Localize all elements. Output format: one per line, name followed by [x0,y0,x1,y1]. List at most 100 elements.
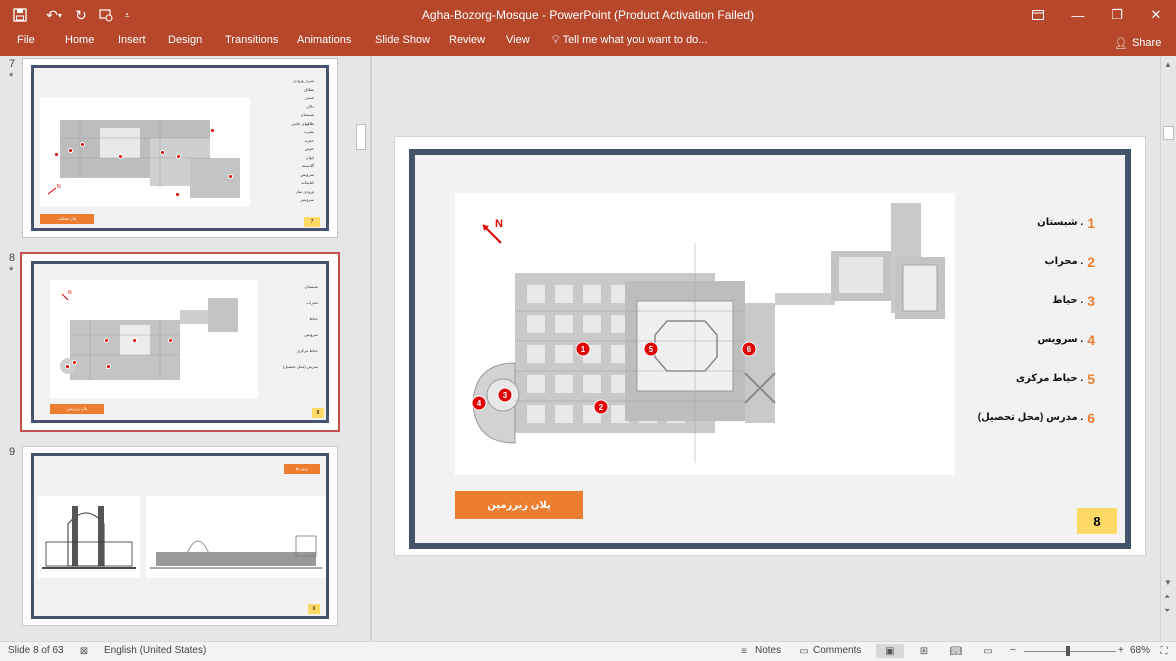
thumbnail-scroll-thumb[interactable] [356,124,366,150]
zoom-level[interactable]: 68% [1130,645,1150,656]
thumbnail-scrollbar[interactable] [354,58,368,638]
notes-icon[interactable]: ≡ [736,644,752,658]
ribbon-tabs: File Home Insert Design Transitions Anim… [0,30,1176,56]
spelling-check-icon[interactable]: ⊠ [76,644,92,658]
comments-icon[interactable]: ▭ [796,644,812,658]
basement-plan-button[interactable]: پلان زیرزمین [455,491,583,519]
share-button[interactable]: 👤︎ Share [1108,32,1167,54]
language-indicator[interactable]: English (United States) [104,645,206,656]
slide-frame: N 1 2 3 4 5 6 1 . شبستان 2 . محراب 3 . ح… [409,149,1131,549]
fit-slide-icon[interactable]: ⛶ [1156,644,1172,658]
person-icon: 👤︎ [1114,37,1128,50]
thumbnail-marker [104,338,109,343]
ground-floor-plan-image: N [40,98,250,206]
tab-animations[interactable]: Animations [297,34,351,54]
zoom-slider[interactable] [1024,651,1116,652]
slide-sorter-icon[interactable]: ⊞ [916,644,932,658]
minimize-button[interactable]: — [1058,0,1098,30]
ribbon-display-options-icon[interactable] [1018,0,1058,30]
animation-star-icon: * [9,265,14,277]
thumbnail-marker [210,128,215,133]
legend-item: 2. محراب [1044,253,1095,270]
share-label: Share [1131,37,1162,49]
thumbnail-marker [80,142,85,147]
scroll-down-icon[interactable]: ▼ [1164,578,1172,587]
floor-plan-drawing: N 1 2 3 4 5 6 [471,203,945,463]
thumbnail-marker [160,150,165,155]
thumbnail-marker [72,360,77,365]
close-button[interactable]: ✕ [1136,0,1176,30]
scroll-up-icon[interactable]: ▲ [1164,60,1172,69]
thumbnail-marker [65,364,70,369]
tab-file[interactable]: File [17,34,35,54]
tell-me-box[interactable]: 💡︎ Tell me what you want to do... [552,34,707,47]
redo-icon[interactable]: ↻ [72,4,90,26]
slide-thumbnail-9[interactable]: برش ها 9 [22,446,338,626]
slide-editing-area: N 1 2 3 4 5 6 1 . شبستان 2 . محراب 3 . ح… [372,56,1160,641]
plan-legend[interactable]: 1. شبستان 2. محراب 3. حیاط 4. سرویس 5. ح… [975,203,1095,437]
basement-floor-plan[interactable]: N 1 2 3 4 5 6 [455,193,955,475]
slide-number-9: 9 [9,446,16,458]
section-drawing-image [38,496,140,578]
comments-button[interactable]: Comments [813,645,861,656]
tell-me-text: Tell me what you want to do... [562,34,708,46]
marker-5-label: 5 [649,345,654,354]
legend-item: 6. مدرس (محل تحصیل) [977,409,1095,426]
legend-item: 3. حیاط [1052,292,1095,309]
legend-item: 1. شبستان [1037,214,1095,231]
thumbnail-marker [176,154,181,159]
thumbnail-frame: N شبستان محراب حیاط سرویس حیاط مرکزی مدر… [31,261,329,423]
normal-view-icon[interactable]: ▣ [876,644,904,658]
slide-scroll-thumb[interactable] [1163,126,1174,140]
thumbnail-marker [228,174,233,179]
animation-star-icon: * [9,71,14,83]
north-label: N [495,218,503,230]
tab-view[interactable]: View [506,34,530,54]
slide-number-8: 8 [9,252,16,264]
thumbnail-slide-number: 7 [304,217,320,227]
start-from-beginning-icon[interactable] [96,4,116,26]
tab-transitions[interactable]: Transitions [225,34,278,54]
thumbnail-marker [175,192,180,197]
thumbnail-sections-button: برش ها [284,464,320,474]
previous-slide-icon[interactable]: ⏶ [1164,592,1170,602]
thumbnail-frame: برش ها 9 [31,453,329,619]
tab-slide-show[interactable]: Slide Show [375,34,430,54]
thumbnail-slide-number: 9 [308,604,320,614]
title-bar: ↶ ▾ ↻ ⩡ Agha-Bozorg-Mosque - PowerPoint (… [0,0,1176,30]
notes-button[interactable]: Notes [755,645,781,656]
slide-thumbnail-7[interactable]: N سردر ورودی مطاق صحن دالان شبستان طاقهای جا… [22,58,338,238]
basement-plan-image: N [50,280,258,398]
zoom-in-icon[interactable]: + [1118,645,1124,656]
slide-counter[interactable]: Slide 8 of 63 [8,645,64,656]
svg-text:N: N [68,290,72,296]
tab-review[interactable]: Review [449,34,485,54]
undo-icon[interactable]: ↶ ▾ [40,4,68,26]
longitudinal-section-image [146,496,326,578]
zoom-out-icon[interactable]: − [1010,645,1016,656]
slide-scrollbar[interactable]: ▲ ▼ ⏶ ⏷ [1160,56,1176,641]
save-icon[interactable] [10,4,30,26]
next-slide-icon[interactable]: ⏷ [1164,606,1170,616]
thumbnail-legend: سردر ورودی مطاق صحن دالان شبستان طاقهای جانب… [291,78,314,202]
slide-number-box: 8 [1077,508,1117,534]
restore-button[interactable]: ❐ [1097,0,1137,30]
thumbnail-plan-button: پلان همکف [40,214,94,224]
thumbnail-frame: N سردر ورودی مطاق صحن دالان شبستان طاقهای جا… [31,65,329,231]
window-title: Agha-Bozorg-Mosque - PowerPoint (Product… [421,8,755,22]
current-slide[interactable]: N 1 2 3 4 5 6 1 . شبستان 2 . محراب 3 . ح… [394,136,1146,556]
slide-thumbnail-pane: 7 * N سردر ورودی مطاق صحن دالان شبستان ط… [0,56,370,641]
tab-home[interactable]: Home [65,34,94,54]
thumbnail-marker [168,338,173,343]
slide-show-icon[interactable]: ▭ [980,644,996,658]
zoom-slider-knob[interactable] [1066,646,1070,656]
tab-design[interactable]: Design [168,34,202,54]
reading-view-icon[interactable]: 📖︎ [948,644,964,658]
thumbnail-marker [68,148,73,153]
svg-text:N: N [57,184,61,190]
customize-toolbar-icon[interactable]: ⩡ [120,4,134,26]
tab-insert[interactable]: Insert [118,34,146,54]
marker-3-label: 3 [503,391,508,400]
slide-thumbnail-8[interactable]: N شبستان محراب حیاط سرویس حیاط مرکزی مدر… [20,252,340,432]
thumbnail-plan-button: پلان زیرزمین [50,404,104,414]
